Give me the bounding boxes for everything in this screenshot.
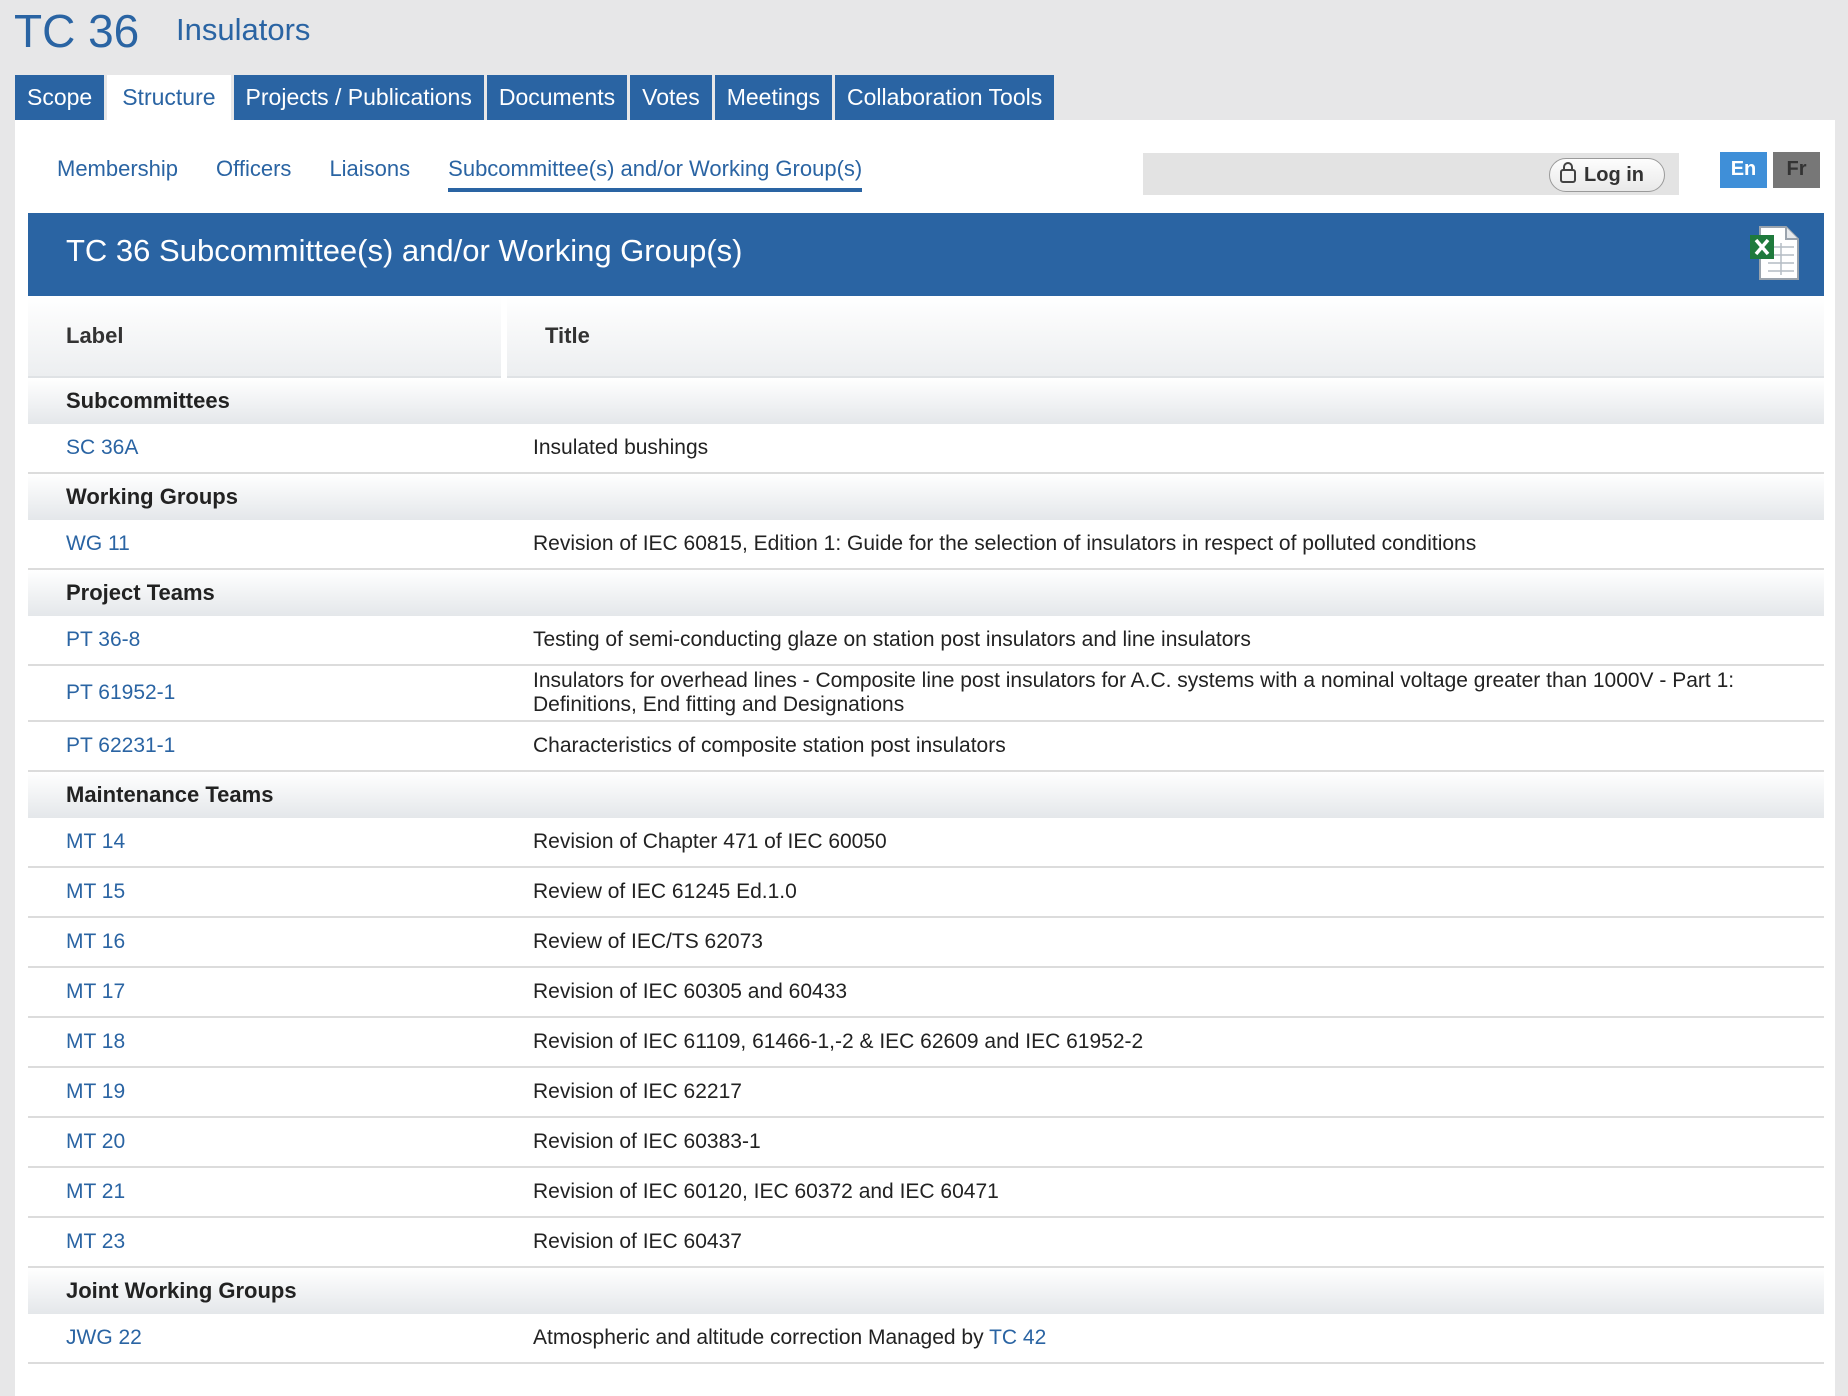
- login-button[interactable]: Log in: [1549, 158, 1665, 192]
- section-title: TC 36 Subcommittee(s) and/or Working Gro…: [66, 233, 743, 268]
- row-label-link[interactable]: PT 61952-1: [66, 681, 175, 704]
- row-label-link[interactable]: MT 15: [66, 880, 125, 903]
- row-label-link[interactable]: MT 20: [66, 1130, 125, 1153]
- tab-meetings[interactable]: Meetings: [714, 75, 833, 120]
- column-header-title: Title: [504, 296, 1824, 378]
- login-bar: Log in: [1143, 153, 1679, 195]
- committee-code: TC 36: [14, 5, 140, 57]
- group-header-project-teams: Project Teams: [28, 569, 1824, 616]
- row-title: Revision of IEC 60120, IEC 60372 and IEC…: [504, 1167, 1824, 1218]
- section-title-bar: TC 36 Subcommittee(s) and/or Working Gro…: [28, 213, 1824, 296]
- table-row: WG 11 Revision of IEC 60815, Edition 1: …: [28, 520, 1824, 570]
- tab-projects-publications[interactable]: Projects / Publications: [233, 75, 484, 120]
- table-row: MT 19 Revision of IEC 62217: [28, 1067, 1824, 1118]
- row-label-link[interactable]: MT 21: [66, 1180, 125, 1203]
- row-title-text: Atmospheric and altitude correction Mana…: [533, 1326, 984, 1349]
- row-title: Revision of IEC 60437: [504, 1217, 1824, 1268]
- row-title: Revision of IEC 61109, 61466-1,-2 & IEC …: [504, 1017, 1824, 1068]
- row-title: Insulators for overhead lines - Composit…: [504, 665, 1824, 722]
- row-title: Review of IEC/TS 62073: [504, 917, 1824, 968]
- row-title: Revision of Chapter 471 of IEC 60050: [504, 818, 1824, 868]
- row-label-link[interactable]: PT 36-8: [66, 628, 140, 651]
- committee-name: Insulators: [176, 12, 311, 47]
- subnav-membership[interactable]: Membership: [57, 156, 178, 192]
- tab-scope[interactable]: Scope: [15, 75, 105, 120]
- table-row: MT 16 Review of IEC/TS 62073: [28, 917, 1824, 968]
- group-header-joint-working-groups: Joint Working Groups: [28, 1267, 1824, 1314]
- row-title: Characteristics of composite station pos…: [504, 721, 1824, 772]
- page-header: TC 36 Insulators: [0, 0, 1848, 75]
- row-title: Insulated bushings: [504, 424, 1824, 474]
- row-title: Review of IEC 61245 Ed.1.0: [504, 867, 1824, 918]
- group-header-working-groups: Working Groups: [28, 473, 1824, 520]
- table-row: MT 14 Revision of Chapter 471 of IEC 600…: [28, 818, 1824, 868]
- tab-structure[interactable]: Structure: [107, 75, 231, 120]
- table-row: PT 62231-1 Characteristics of composite …: [28, 721, 1824, 772]
- group-header-maintenance-teams: Maintenance Teams: [28, 771, 1824, 818]
- row-label-link[interactable]: PT 62231-1: [66, 734, 175, 757]
- row-title: Revision of IEC 60305 and 60433: [504, 967, 1824, 1018]
- row-title: Revision of IEC 60383-1: [504, 1117, 1824, 1168]
- row-title: Atmospheric and altitude correction Mana…: [504, 1314, 1824, 1364]
- row-title: Testing of semi-conducting glaze on stat…: [504, 616, 1824, 666]
- table-row: MT 18 Revision of IEC 61109, 61466-1,-2 …: [28, 1017, 1824, 1068]
- language-en-button[interactable]: En: [1720, 152, 1767, 188]
- lock-icon: [1560, 162, 1577, 183]
- row-label-link[interactable]: MT 23: [66, 1230, 125, 1253]
- groups-table: Label Title Subcommittees SC 36A Insulat…: [28, 296, 1824, 1364]
- row-label-link[interactable]: SC 36A: [66, 436, 138, 459]
- login-label: Log in: [1584, 164, 1644, 186]
- row-label-link[interactable]: MT 19: [66, 1080, 125, 1103]
- sub-navigation: Membership Officers Liaisons Subcommitte…: [57, 156, 900, 192]
- managing-committee-link[interactable]: TC 42: [989, 1326, 1046, 1349]
- table-row: MT 17 Revision of IEC 60305 and 60433: [28, 967, 1824, 1018]
- table-row: MT 15 Review of IEC 61245 Ed.1.0: [28, 867, 1824, 918]
- row-label-link[interactable]: JWG 22: [66, 1326, 142, 1349]
- subnav-liaisons[interactable]: Liaisons: [329, 156, 410, 192]
- table-row: JWG 22 Atmospheric and altitude correcti…: [28, 1314, 1824, 1364]
- group-header-subcommittees: Subcommittees: [28, 377, 1824, 424]
- language-fr-button[interactable]: Fr: [1773, 152, 1820, 188]
- table-row: MT 20 Revision of IEC 60383-1: [28, 1117, 1824, 1168]
- row-label-link[interactable]: MT 14: [66, 830, 125, 853]
- row-label-link[interactable]: WG 11: [66, 532, 130, 555]
- tab-documents[interactable]: Documents: [486, 75, 628, 120]
- excel-export-icon[interactable]: [1748, 225, 1800, 281]
- content-panel: Membership Officers Liaisons Subcommitte…: [15, 120, 1835, 1396]
- row-label-link[interactable]: MT 17: [66, 980, 125, 1003]
- row-label-link[interactable]: MT 16: [66, 930, 125, 953]
- tab-votes[interactable]: Votes: [630, 75, 712, 120]
- table-row: MT 21 Revision of IEC 60120, IEC 60372 a…: [28, 1167, 1824, 1218]
- table-row: PT 36-8 Testing of semi-conducting glaze…: [28, 616, 1824, 666]
- column-header-label: Label: [28, 296, 507, 378]
- table-row: MT 23 Revision of IEC 60437: [28, 1217, 1824, 1268]
- row-title: Revision of IEC 62217: [504, 1067, 1824, 1118]
- table-row: SC 36A Insulated bushings: [28, 424, 1824, 474]
- table-header-row: Label Title: [28, 296, 1824, 378]
- tab-collaboration-tools[interactable]: Collaboration Tools: [835, 75, 1055, 120]
- subnav-officers[interactable]: Officers: [216, 156, 291, 192]
- table-row: PT 61952-1 Insulators for overhead lines…: [28, 665, 1824, 722]
- row-title: Revision of IEC 60815, Edition 1: Guide …: [504, 520, 1824, 570]
- main-tabs: Scope Structure Projects / Publications …: [15, 75, 1057, 120]
- subnav-subcommittees-working-groups[interactable]: Subcommittee(s) and/or Working Group(s): [448, 156, 863, 192]
- row-label-link[interactable]: MT 18: [66, 1030, 125, 1053]
